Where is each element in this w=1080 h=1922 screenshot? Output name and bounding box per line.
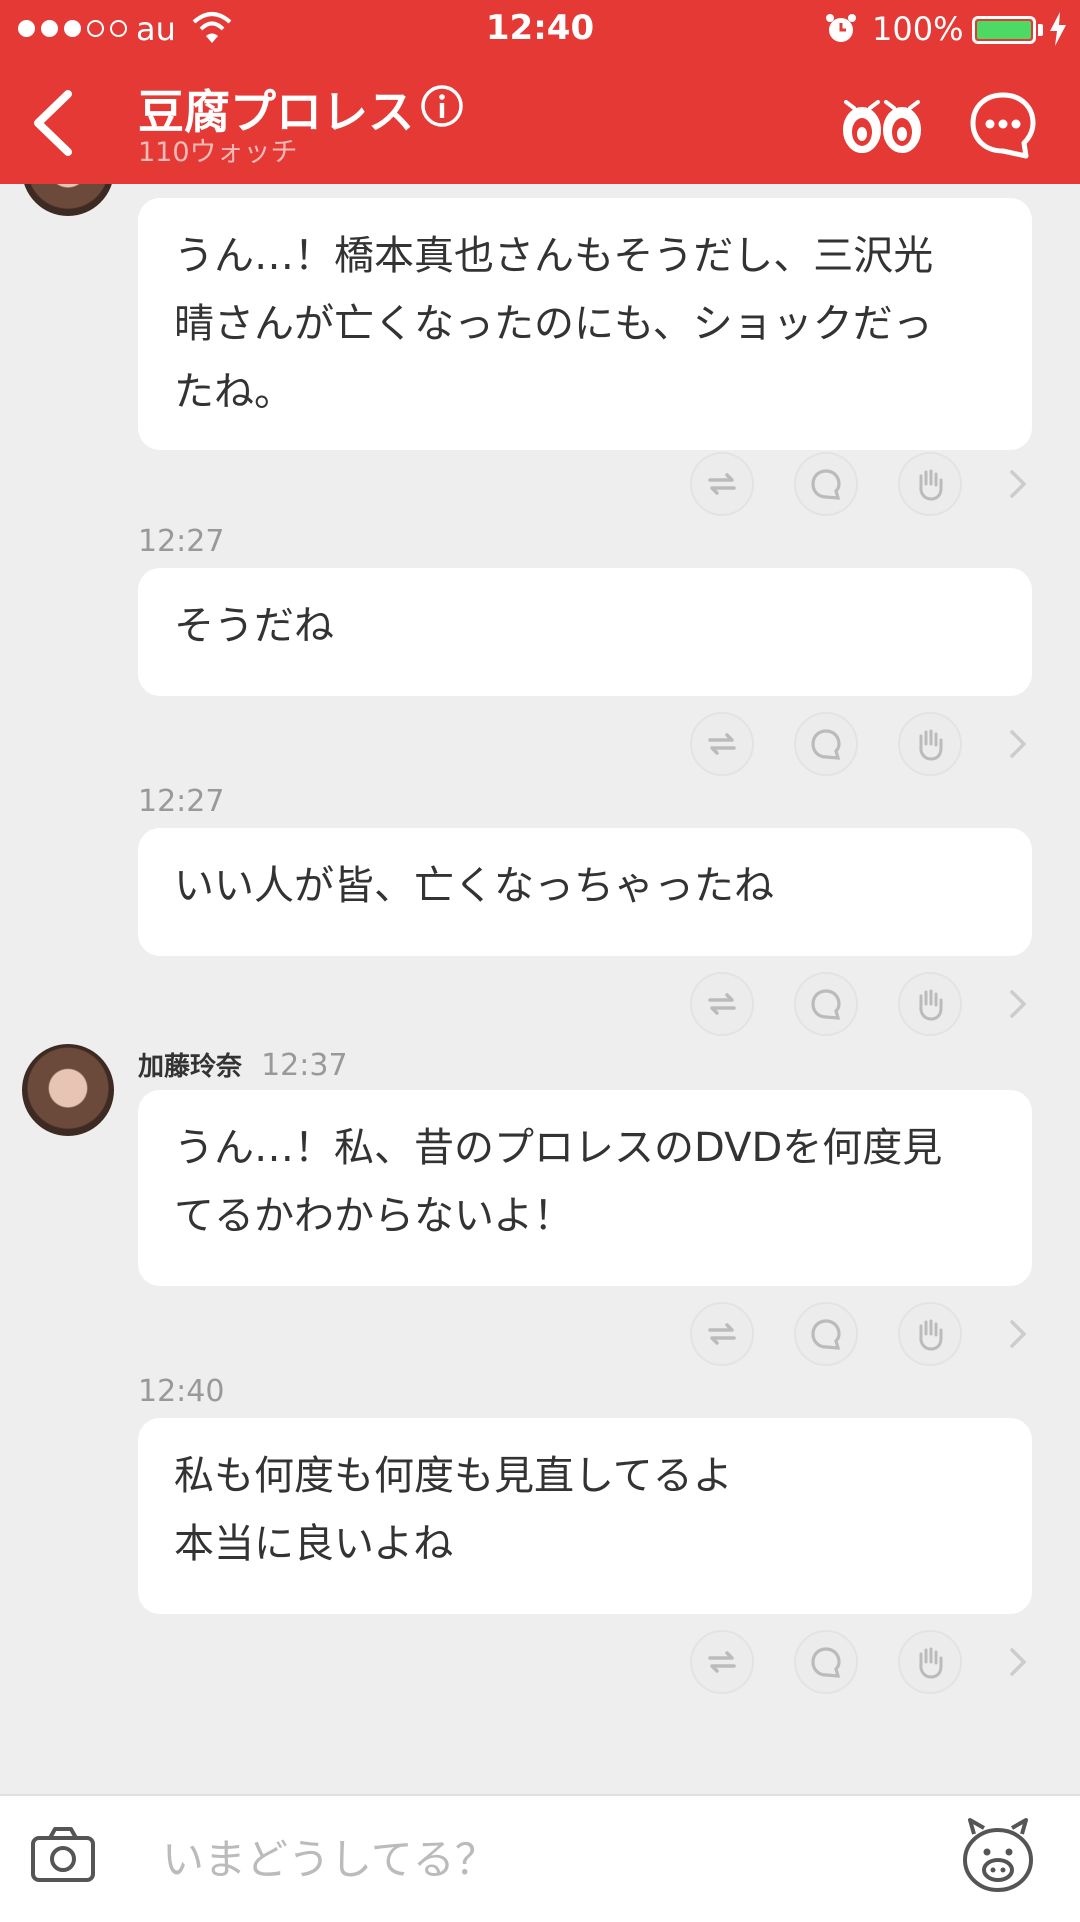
clap-button[interactable] bbox=[898, 452, 962, 516]
message-list[interactable]: うん…！橋本真也さんもそうだし、三沢光 晴さんが亡くなったのにも、ショックだっ … bbox=[0, 184, 1080, 1794]
battery-tip bbox=[1038, 24, 1043, 36]
repost-icon bbox=[708, 733, 736, 755]
sender-name[interactable]: 加藤玲奈 bbox=[138, 1052, 242, 1082]
repost-icon bbox=[708, 473, 736, 495]
chevron-right-icon[interactable] bbox=[1006, 986, 1030, 1022]
message-actions bbox=[690, 452, 1040, 518]
message-time: 12:37 bbox=[261, 1048, 348, 1083]
hand-icon bbox=[919, 1319, 943, 1351]
hand-icon bbox=[919, 729, 943, 761]
message-bubble[interactable]: そうだね bbox=[138, 568, 1032, 696]
message-time: 12:40 bbox=[138, 1374, 225, 1409]
message-input[interactable] bbox=[160, 1818, 924, 1900]
comment-button[interactable] bbox=[794, 972, 858, 1036]
hand-icon bbox=[919, 989, 943, 1021]
chevron-right-icon[interactable] bbox=[1006, 466, 1030, 502]
charging-icon bbox=[1050, 12, 1066, 46]
hand-icon bbox=[919, 469, 943, 501]
message-actions bbox=[690, 1302, 1040, 1368]
composer-bar bbox=[0, 1794, 1080, 1922]
message-time: 12:27 bbox=[138, 524, 225, 559]
clap-button[interactable] bbox=[898, 972, 962, 1036]
repost-button[interactable] bbox=[690, 712, 754, 776]
message-bubble[interactable]: いい人が皆、亡くなっちゃったね bbox=[138, 828, 1032, 956]
repost-icon bbox=[708, 1323, 736, 1345]
camera-icon[interactable] bbox=[30, 1824, 96, 1884]
sender-row: 加藤玲奈 12:37 bbox=[138, 1046, 348, 1083]
message-bubble[interactable]: 私も何度も何度も見直してるよ 本当に良いよね bbox=[138, 1418, 1032, 1614]
comment-icon bbox=[811, 989, 841, 1020]
message-actions bbox=[690, 972, 1040, 1038]
battery-icon bbox=[972, 16, 1036, 44]
eyes-icon[interactable] bbox=[840, 94, 924, 158]
back-chevron-icon[interactable] bbox=[28, 88, 80, 158]
repost-icon bbox=[708, 993, 736, 1015]
comment-button[interactable] bbox=[794, 452, 858, 516]
comment-icon bbox=[811, 1319, 841, 1350]
message-bubble[interactable]: うん…！私、昔のプロレスのDVDを何度見 てるかわからないよ！ bbox=[138, 1090, 1032, 1286]
alarm-icon bbox=[826, 14, 856, 42]
battery-percent: 100% bbox=[872, 10, 964, 48]
repost-button[interactable] bbox=[690, 452, 754, 516]
comment-icon bbox=[811, 1647, 841, 1678]
chevron-right-icon[interactable] bbox=[1006, 1316, 1030, 1352]
repost-button[interactable] bbox=[690, 1630, 754, 1694]
app-header: au 12:40 100% 豆腐プロレス 110ウォッチ bbox=[0, 0, 1080, 184]
repost-button[interactable] bbox=[690, 1302, 754, 1366]
pig-stamp-icon[interactable] bbox=[960, 1816, 1036, 1894]
clap-button[interactable] bbox=[898, 1302, 962, 1366]
comment-button[interactable] bbox=[794, 1630, 858, 1694]
comment-button[interactable] bbox=[794, 1302, 858, 1366]
hand-icon bbox=[919, 1647, 943, 1679]
message-actions bbox=[690, 712, 1040, 778]
info-icon[interactable] bbox=[420, 84, 464, 128]
avatar[interactable] bbox=[22, 184, 114, 216]
message-bubble[interactable]: うん…！橋本真也さんもそうだし、三沢光 晴さんが亡くなったのにも、ショックだっ … bbox=[138, 198, 1032, 450]
message-actions bbox=[690, 1630, 1040, 1696]
comment-icon bbox=[811, 729, 841, 760]
avatar[interactable] bbox=[22, 1044, 114, 1136]
chevron-right-icon[interactable] bbox=[1006, 726, 1030, 762]
repost-icon bbox=[708, 1651, 736, 1673]
clap-button[interactable] bbox=[898, 1630, 962, 1694]
repost-button[interactable] bbox=[690, 972, 754, 1036]
watch-count: 110ウォッチ bbox=[138, 137, 298, 168]
chevron-right-icon[interactable] bbox=[1006, 1644, 1030, 1680]
comment-icon bbox=[811, 469, 841, 500]
status-bar: au 12:40 100% bbox=[0, 0, 1080, 58]
comment-button[interactable] bbox=[794, 712, 858, 776]
message-time: 12:27 bbox=[138, 784, 225, 819]
chat-bubble-icon[interactable] bbox=[968, 90, 1038, 160]
clap-button[interactable] bbox=[898, 712, 962, 776]
